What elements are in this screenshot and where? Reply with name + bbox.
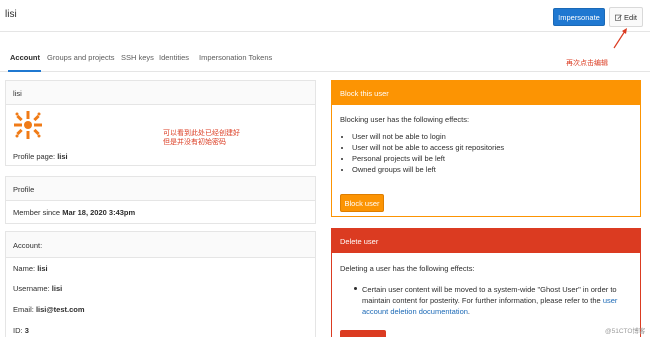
id-row: ID: 3	[13, 326, 29, 335]
block-effects-list: User will not be able to login User will…	[352, 131, 504, 175]
block-user-title: Block this user	[332, 81, 640, 105]
name-row: Name: lisi	[13, 264, 48, 273]
edit-button[interactable]: Edit	[609, 7, 643, 27]
profile-page-link[interactable]: lisi	[57, 152, 67, 161]
tab-groups-and-projects[interactable]: Groups and projects	[47, 53, 115, 62]
delete-user-button[interactable]	[340, 330, 386, 337]
page-title: lisi	[5, 9, 17, 20]
list-item: User will not be able to login	[352, 131, 504, 142]
account-card: Account: Name: lisi Username: lisi Email…	[5, 231, 316, 337]
delete-user-title: Delete user	[332, 229, 640, 253]
active-tab-indicator	[8, 70, 41, 72]
avatar	[13, 110, 43, 140]
tab-impersonation-tokens[interactable]: Impersonation Tokens	[199, 53, 272, 62]
tab-ssh-keys[interactable]: SSH keys	[121, 53, 154, 62]
member-since-row: Member since Mar 18, 2020 3:43pm	[13, 208, 136, 217]
profile-card: lisi Profile page: lisi	[5, 80, 316, 166]
block-user-button[interactable]: Block user	[340, 194, 384, 212]
delete-effect-text: Certain user content will be moved to a …	[362, 285, 618, 316]
profile-info-title: Profile	[6, 177, 315, 201]
pencil-square-icon	[615, 14, 622, 21]
username-row: Username: lisi	[13, 284, 63, 293]
delete-effects-intro: Deleting a user has the following effect…	[340, 264, 475, 273]
delete-user-card: Delete user Deleting a user has the foll…	[331, 228, 641, 337]
edit-button-label: Edit	[624, 12, 637, 22]
watermark: @51CTO博客	[605, 328, 646, 335]
user-tabs: Account Groups and projects SSH keys Ide…	[0, 32, 650, 72]
profile-info-card: Profile Member since Mar 18, 2020 3:43pm	[5, 176, 316, 224]
bullet-icon	[354, 287, 357, 290]
tab-account[interactable]: Account	[10, 53, 40, 62]
tab-identities[interactable]: Identities	[159, 53, 189, 62]
list-item: User will not be able to access git repo…	[352, 142, 504, 153]
page-header: lisi Impersonate Edit	[0, 0, 650, 32]
block-effects-intro: Blocking user has the following effects:	[340, 115, 470, 124]
account-card-title: Account:	[6, 232, 315, 258]
profile-page-row: Profile page: lisi	[13, 152, 68, 161]
member-since-value: Mar 18, 2020 3:43pm	[62, 208, 136, 217]
email-row: Email: lisi@test.com	[13, 305, 85, 314]
impersonate-button[interactable]: Impersonate	[553, 8, 605, 26]
avatar-annotation-line2: 但是并没有初始密码	[163, 139, 226, 146]
list-item: Personal projects will be left	[352, 153, 504, 164]
profile-card-title: lisi	[6, 81, 315, 105]
list-item: Owned groups will be left	[352, 164, 504, 175]
block-user-card: Block this user Blocking user has the fo…	[331, 80, 641, 217]
